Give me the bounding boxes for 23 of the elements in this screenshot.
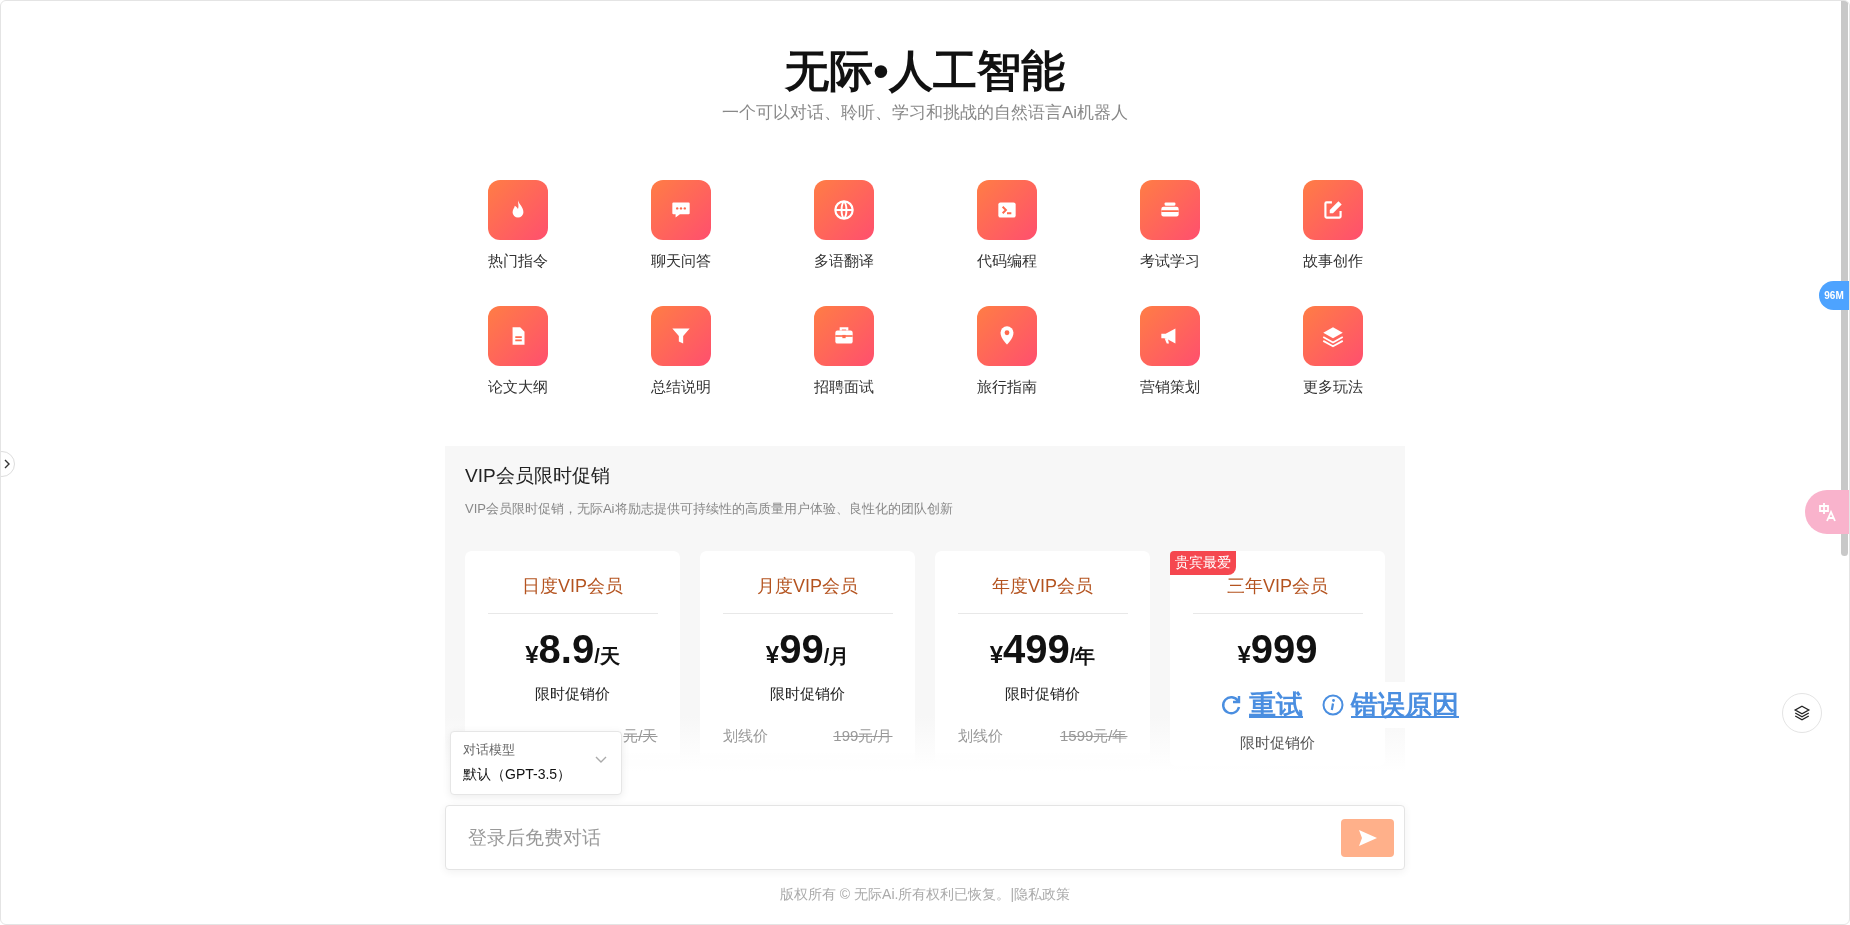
copyright-text: 版权所有 © 无际Ai.所有权利已恢复。| — [779, 885, 1015, 904]
plan-name: 月度VIP会员 — [757, 575, 858, 598]
promo-price-label: 限时促销价 — [535, 684, 610, 704]
original-price: 1599元/年 — [1059, 727, 1128, 746]
original-price: 元/天 — [623, 727, 658, 746]
strike-label: 划线价 — [957, 727, 1003, 746]
original-price: 199元/月 — [833, 727, 893, 746]
plan-name: 年度VIP会员 — [992, 575, 1093, 598]
plan-name: 日度VIP会员 — [522, 575, 623, 598]
plan-price: ¥999 — [1237, 626, 1318, 673]
page-subtitle: 一个可以对话、聆听、学习和挑战的自然语言Ai机器人 — [721, 102, 1129, 124]
page-title: 无际•人工智能 — [785, 45, 1065, 97]
panel-description: VIP会员限时促销，无际Ai将励志提供可持续性的高质量用户体验、良性化的团队创新 — [465, 500, 954, 518]
favorite-badge: 贵宾最爱 — [1170, 551, 1236, 575]
plan-price: ¥99/月 — [765, 626, 850, 673]
promo-price-label: 限时促销价 — [1005, 684, 1080, 704]
strike-label: 划线价 — [722, 727, 768, 746]
panel-title: VIP会员限时促销 — [465, 464, 611, 488]
promo-price-label: 限时促销价 — [770, 684, 845, 704]
plan-price: ¥499/年 — [989, 626, 1096, 673]
promo-price-label: 限时促销价 — [1240, 733, 1315, 753]
plan-name: 三年VIP会员 — [1227, 575, 1328, 598]
plan-price: ¥8.9/天 — [525, 626, 620, 673]
